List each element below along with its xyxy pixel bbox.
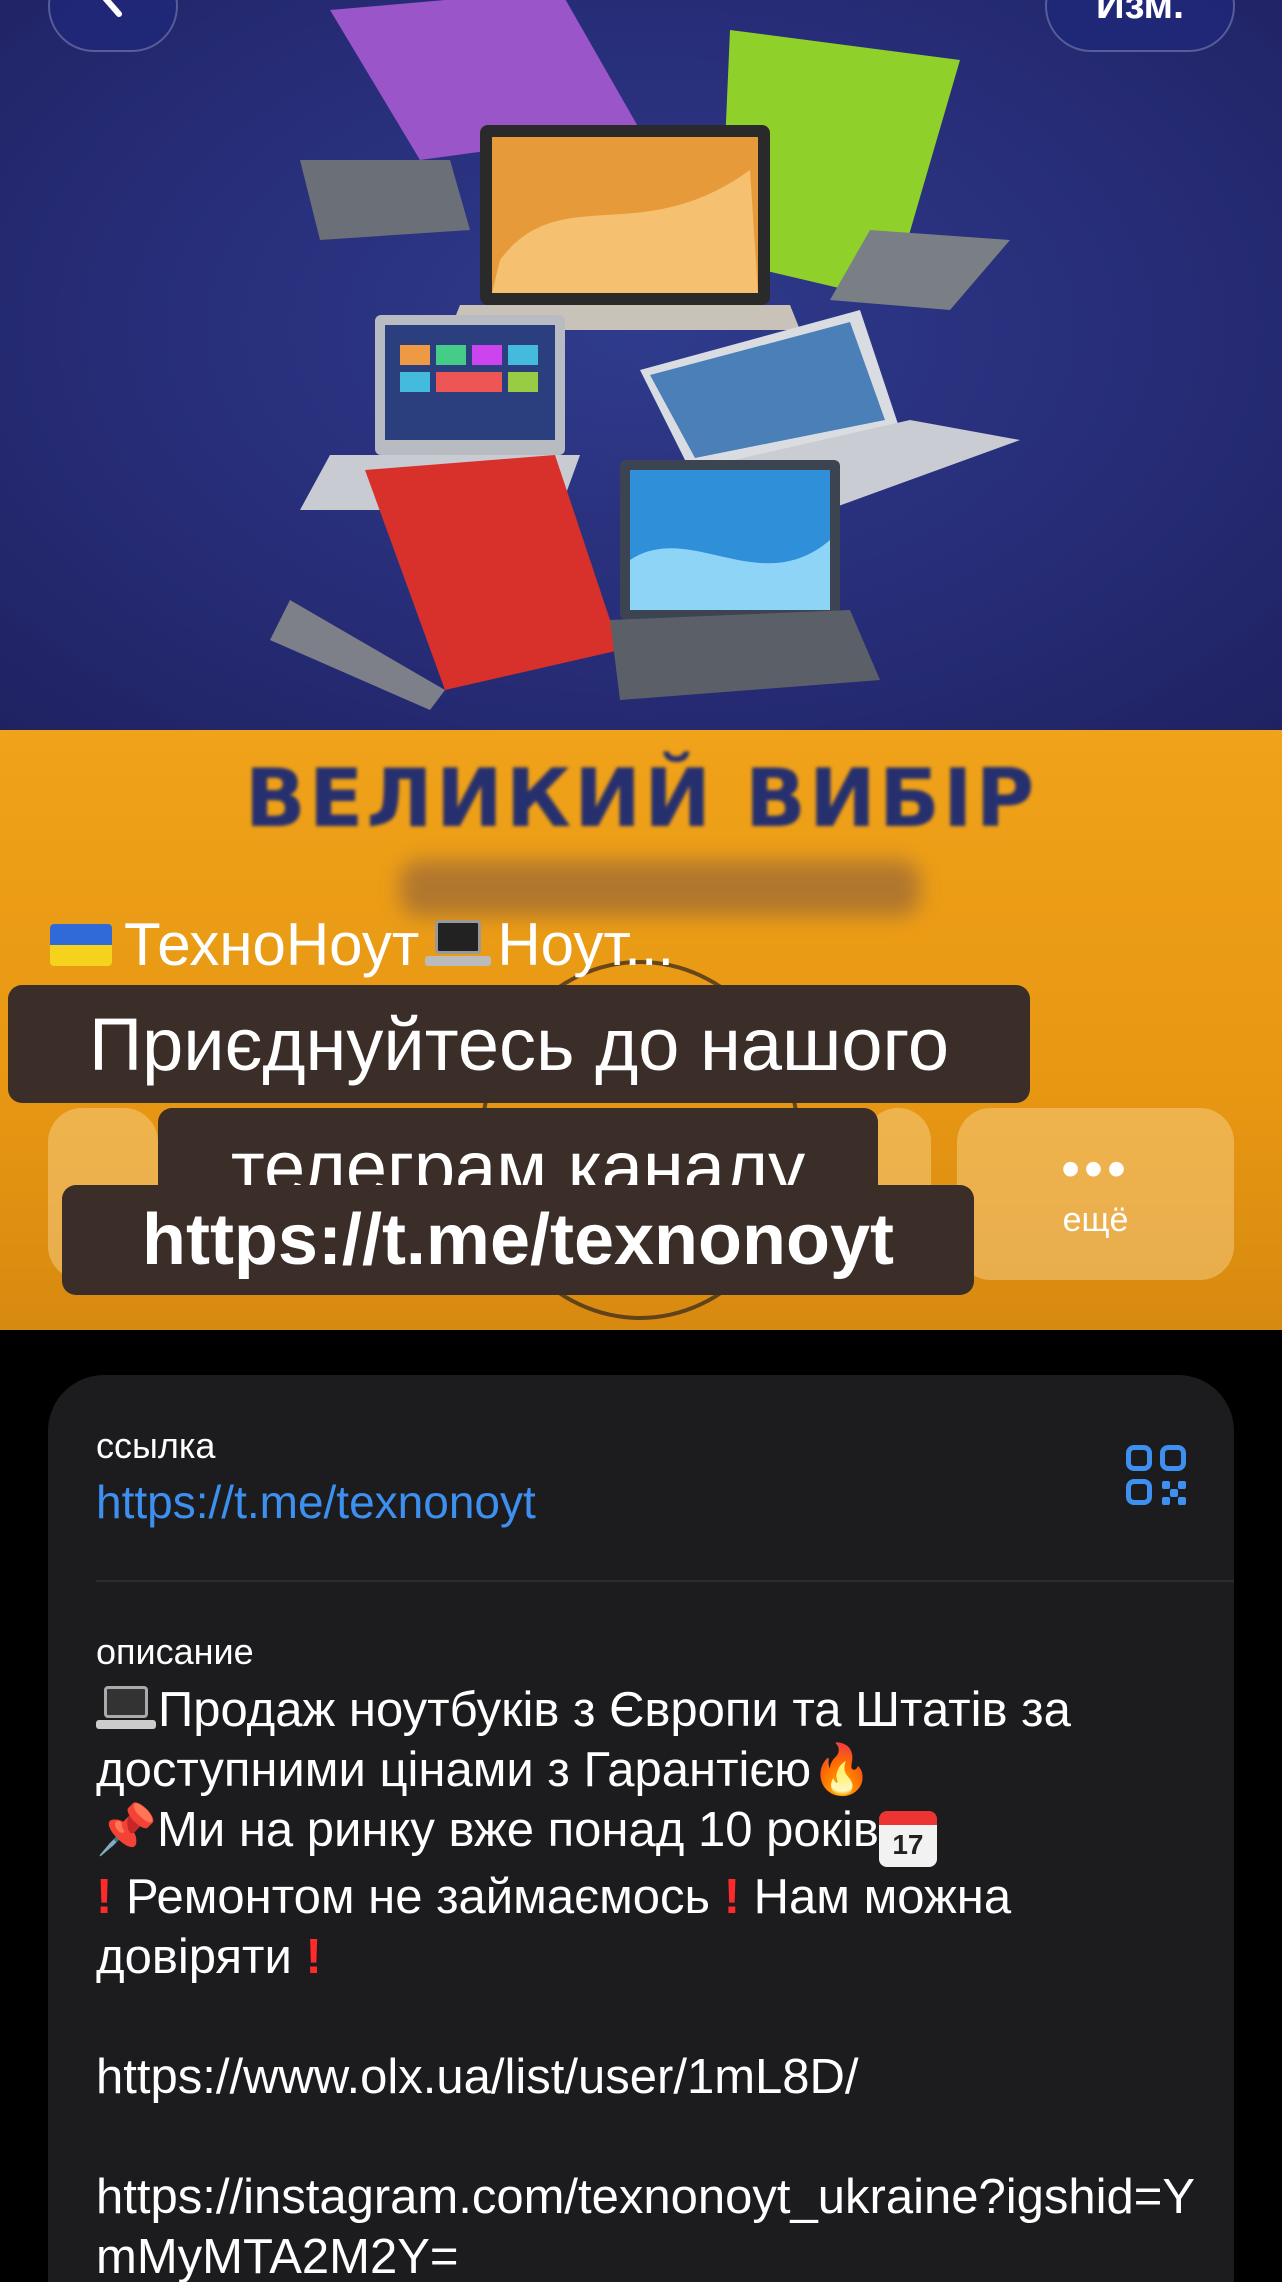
banner-subline-blurred bbox=[400, 860, 920, 916]
caption-line-1: Приєднуйтесь до нашого bbox=[8, 985, 1030, 1103]
channel-title-text: ТехноНоут bbox=[124, 911, 420, 978]
description-line: Продаж ноутбуків з Європи та Штатів за д… bbox=[96, 1680, 1206, 1800]
exclamation-icon: ! bbox=[710, 1870, 741, 1924]
edit-button[interactable]: Изм. bbox=[1045, 0, 1235, 52]
channel-title-suffix: Ноут... bbox=[497, 911, 675, 978]
banner-headline: ВЕЛИКИЙ ВИБІР bbox=[244, 752, 1038, 845]
qr-code-icon[interactable] bbox=[1126, 1445, 1186, 1505]
channel-banner: ВЕЛИКИЙ ВИБІР Изм. ТехноНоут Ноут... •••… bbox=[0, 0, 1282, 1330]
instagram-link[interactable]: https://instagram.com/texnonoyt_ukraine?… bbox=[96, 2167, 1206, 2282]
channel-title: ТехноНоут Ноут... bbox=[50, 910, 674, 979]
channel-info-card: ссылка https://t.me/texnonoyt описание П… bbox=[48, 1375, 1234, 2282]
pushpin-icon: 📌 bbox=[96, 1803, 158, 1857]
more-button[interactable]: ••• ещё bbox=[957, 1108, 1234, 1280]
laptop-icon bbox=[96, 1686, 158, 1732]
laptops-illustration bbox=[270, 0, 1020, 710]
exclamation-icon: ! bbox=[96, 1870, 113, 1924]
chevron-left-icon bbox=[93, 0, 133, 28]
calendar-icon: 17 bbox=[878, 1811, 937, 1867]
channel-link[interactable]: https://t.me/texnonoyt bbox=[96, 1475, 536, 1529]
description-line: 📌Ми на ринку вже понад 10 років 17 bbox=[96, 1800, 1206, 1867]
ukraine-flag-icon bbox=[50, 923, 112, 966]
exclamation-icon: ! bbox=[291, 1930, 322, 1984]
caption-line-3: https://t.me/texnonoyt bbox=[62, 1185, 974, 1295]
description-line: ! Ремонтом не займаємось ! Нам можна дов… bbox=[96, 1867, 1206, 1987]
olx-link[interactable]: https://www.olx.ua/list/user/1mL8D/ bbox=[96, 2047, 1206, 2107]
more-dots-icon: ••• bbox=[1061, 1138, 1130, 1199]
description-label: описание bbox=[96, 1631, 254, 1672]
fire-icon: 🔥 bbox=[811, 1743, 873, 1797]
description-text: Продаж ноутбуків з Європи та Штатів за д… bbox=[96, 1680, 1206, 2282]
divider bbox=[96, 1580, 1234, 1582]
more-label: ещё bbox=[1062, 1200, 1129, 1239]
link-label: ссылка bbox=[96, 1425, 216, 1466]
laptop-icon bbox=[425, 919, 492, 970]
